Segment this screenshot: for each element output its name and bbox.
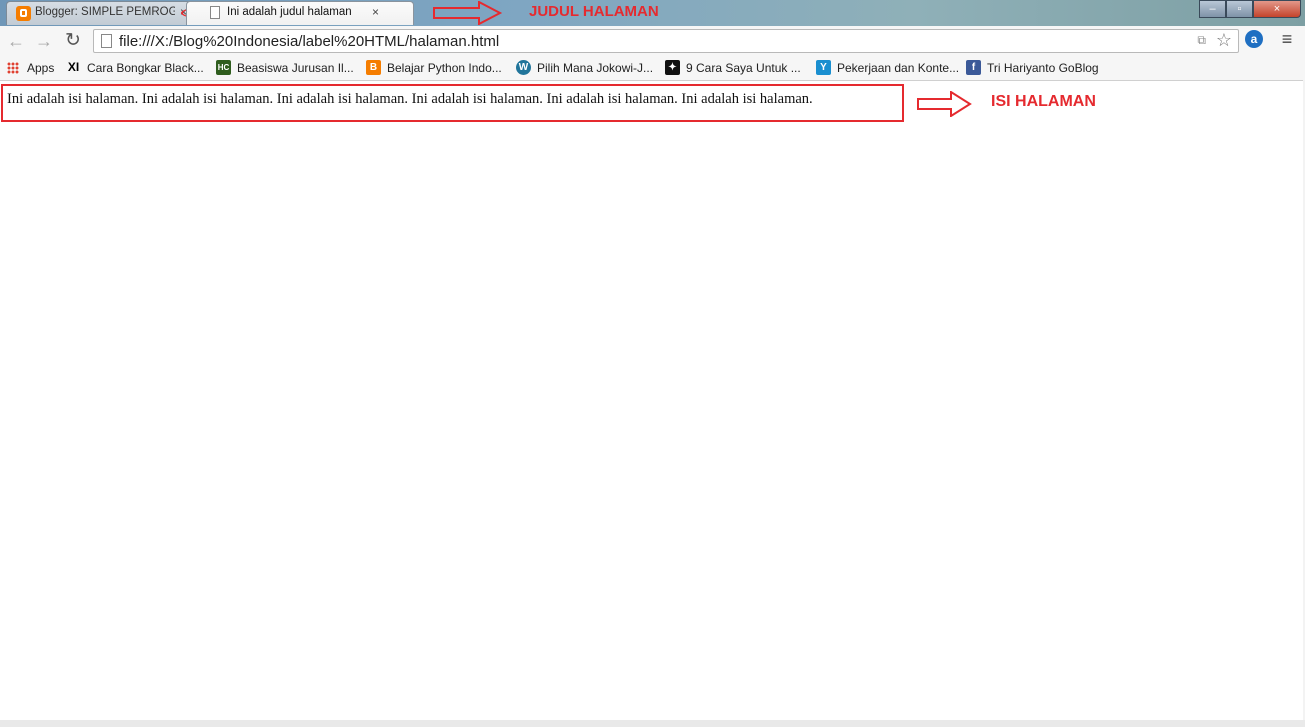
bookmark-label: Pilih Mana Jokowi-J... xyxy=(537,61,654,75)
blogger-icon xyxy=(16,6,31,21)
translate-icon[interactable]: ⧉ xyxy=(1197,33,1206,48)
annotation-arrow-icon xyxy=(433,1,503,25)
bookmark-label: Pekerjaan dan Konte... xyxy=(837,61,960,75)
bookmark-label: Apps xyxy=(27,61,55,75)
tab-label: Ini adalah judul halaman xyxy=(227,6,352,18)
page-icon xyxy=(101,34,112,48)
tab-current-page[interactable]: Ini adalah judul halaman × xyxy=(186,1,414,25)
y-icon: Y xyxy=(816,60,831,75)
status-strip xyxy=(0,720,1305,727)
toolbar: ← → ↻ file:///X:/Blog%20Indonesia/label%… xyxy=(0,26,1305,56)
bookmark-label: Beasiswa Jurusan Il... xyxy=(237,61,354,75)
tab-close-icon[interactable]: × xyxy=(372,5,379,19)
wordpress-icon: W xyxy=(516,60,531,75)
apps-grid-icon xyxy=(7,62,19,74)
forward-button[interactable]: → xyxy=(33,30,55,52)
puzzle-icon: ✦ xyxy=(665,60,680,75)
maximize-button[interactable]: ▫ xyxy=(1226,0,1253,18)
bookmark-label: 9 Cara Saya Untuk ... xyxy=(686,61,801,75)
bookmark-label: Tri Hariyanto GoBlog xyxy=(987,61,1099,75)
hc-icon: HC xyxy=(216,60,231,75)
bookmarks-bar: Apps XI Cara Bongkar Black... HC Beasisw… xyxy=(0,56,1305,81)
page-icon xyxy=(210,6,220,19)
xi-icon: XI xyxy=(67,60,80,74)
extension-icon[interactable]: a xyxy=(1245,30,1263,48)
close-window-button[interactable]: × xyxy=(1253,0,1301,18)
tab-label: Blogger: SIMPLE PEMROG xyxy=(35,6,175,18)
bookmark-star-icon[interactable]: ☆ xyxy=(1216,30,1232,51)
address-bar[interactable]: file:///X:/Blog%20Indonesia/label%20HTML… xyxy=(93,29,1239,53)
annotation-arrow-icon xyxy=(917,91,972,117)
minimize-button[interactable]: – xyxy=(1199,0,1226,18)
bookmark-label: Cara Bongkar Black... xyxy=(87,61,204,75)
tab-blogger[interactable]: Blogger: SIMPLE PEMROG × xyxy=(6,1,192,25)
menu-icon[interactable]: ≡ xyxy=(1279,29,1295,50)
window-controls: – ▫ × xyxy=(1199,0,1301,18)
blogger-icon: B xyxy=(366,60,381,75)
url-text[interactable]: file:///X:/Blog%20Indonesia/label%20HTML… xyxy=(119,33,499,50)
content-highlight-box xyxy=(1,84,904,122)
title-annotation-label: JUDUL HALAMAN xyxy=(529,3,659,20)
content-annotation-label: ISI HALAMAN xyxy=(991,93,1096,110)
back-button[interactable]: ← xyxy=(5,30,27,52)
bookmark-label: Belajar Python Indo... xyxy=(387,61,502,75)
reload-button[interactable]: ↻ xyxy=(62,30,84,52)
facebook-icon: f xyxy=(966,60,981,75)
